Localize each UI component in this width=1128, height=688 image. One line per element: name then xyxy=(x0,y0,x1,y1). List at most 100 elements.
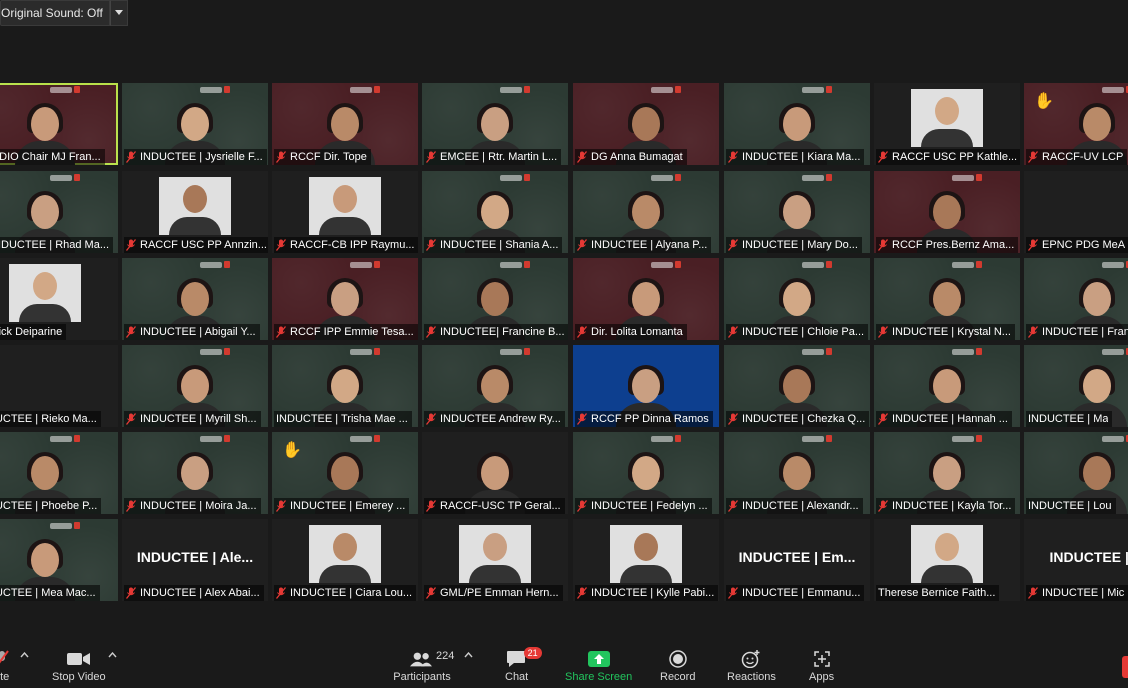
participant-name: RACCF USC PP Annzin... xyxy=(140,239,267,251)
participant-name-label: INDUCTEE | Ciara Lou... xyxy=(274,585,417,601)
participant-name: INDUCTEE | Krystal N... xyxy=(892,326,1011,338)
participant-tile[interactable]: RCCF IPP Emmie Tesa... xyxy=(272,258,418,340)
participant-tile[interactable]: Therese Bernice Faith... xyxy=(874,519,1020,601)
participant-tile[interactable]: INDUCTEE | Kiara Ma... xyxy=(724,83,870,165)
participant-tile[interactable]: MDIO Chair MJ Fran... xyxy=(0,83,118,165)
event-badge-icon xyxy=(374,435,380,442)
event-logo xyxy=(50,87,72,93)
event-logo xyxy=(952,349,974,355)
participant-tile[interactable]: INDUCTEE | Ale... INDUCTEE | Alex Abai... xyxy=(122,519,268,601)
participant-tile[interactable]: GML/PE Emman Hern... xyxy=(422,519,568,601)
event-logo xyxy=(802,262,824,268)
chat-unread-badge: 21 xyxy=(523,647,542,659)
event-logo xyxy=(350,436,372,442)
event-badge-icon xyxy=(976,261,982,268)
raise-hand-icon: ✋ xyxy=(1034,93,1054,110)
participant-tile[interactable]: EMCEE | Rtr. Martin L... xyxy=(422,83,568,165)
participant-name: INDUCTEE| Francine B... xyxy=(440,326,565,338)
participant-name: INDUCTEE | Kylle Pabi... xyxy=(591,587,715,599)
participant-tile[interactable]: DG Anna Bumagat xyxy=(573,83,719,165)
chevron-down-icon[interactable] xyxy=(109,0,128,26)
participant-tile[interactable]: INDUCTEE | Mary Do... xyxy=(724,171,870,253)
participant-name: RCCF IPP Emmie Tesa... xyxy=(290,326,414,338)
participant-tile[interactable]: RACCF USC PP Annzin... xyxy=(122,171,268,253)
participant-tile[interactable]: RCCF Pres.Bernz Ama... xyxy=(874,171,1020,253)
participant-tile[interactable]: INDUCTEE | Alyana P... xyxy=(573,171,719,253)
event-logo xyxy=(651,87,673,93)
mute-button[interactable]: ute xyxy=(0,650,9,683)
participant-tile[interactable]: INDUCTEE | Shania A... xyxy=(422,171,568,253)
participant-name-display: INDUCTEE | Ale... xyxy=(136,549,254,565)
mic-muted-icon xyxy=(426,151,436,163)
event-logo xyxy=(651,175,673,181)
event-logo xyxy=(952,175,974,181)
participant-name: INDUCTEE | Mea Mac... xyxy=(0,587,96,599)
original-sound-button[interactable]: Original Sound: Off xyxy=(0,0,110,26)
record-button[interactable]: Record xyxy=(660,650,695,683)
participant-tile[interactable]: INDUCTEE | Moira Ja... xyxy=(122,432,268,514)
participant-name-label: RACCF-USC TP Geral... xyxy=(424,498,565,514)
participant-tile[interactable]: ✋ RACCF-UV LCP xyxy=(1024,83,1128,165)
participant-tile[interactable]: INDUCTEE | Rieko Ma... xyxy=(0,345,118,427)
participant-tile[interactable]: INDUCTEE | Abigail Y... xyxy=(122,258,268,340)
participant-name-label: INDUCTEE | Mic xyxy=(1026,585,1128,601)
participants-options-chevron-icon[interactable] xyxy=(464,652,473,658)
participant-tile[interactable]: INDUCTEE | Fedelyn ... xyxy=(573,432,719,514)
reactions-button[interactable]: Reactions xyxy=(727,650,776,683)
participant-tile[interactable]: INDUCTEE | Rhad Ma... xyxy=(0,171,118,253)
apps-button[interactable]: Apps xyxy=(809,650,834,683)
event-badge-icon xyxy=(374,86,380,93)
participant-tile[interactable]: INDUCTEE | Alexandr... xyxy=(724,432,870,514)
event-badge-icon xyxy=(826,86,832,93)
participant-name-display: INDUCTEE | M xyxy=(1049,549,1128,565)
participant-tile[interactable]: INDUCTEE | Krystal N... xyxy=(874,258,1020,340)
participant-tile[interactable]: RACCF-CB IPP Raymu... xyxy=(272,171,418,253)
participant-name: INDUCTEE | Phoebe P... xyxy=(0,500,98,512)
participant-tile[interactable]: INDUCTEE | Chloie Pa... xyxy=(724,258,870,340)
participants-button[interactable]: 224 Participants xyxy=(392,650,454,683)
participant-tile[interactable]: RACCF-USC TP Geral... xyxy=(422,432,568,514)
stop-video-button[interactable]: Stop Video xyxy=(52,650,106,683)
participant-tile[interactable]: INDUCTEE Andrew Ry... xyxy=(422,345,568,427)
end-meeting-button-edge[interactable] xyxy=(1122,656,1128,678)
video-options-chevron-icon[interactable] xyxy=(108,652,117,658)
participant-tile[interactable]: INDUCTEE | Myrill Sh... xyxy=(122,345,268,427)
participant-tile[interactable]: INDUCTEE | Phoebe P... xyxy=(0,432,118,514)
participant-tile[interactable]: Dir. Lolita Lomanta xyxy=(573,258,719,340)
participant-tile[interactable]: INDUCTEE | Chezka Q... xyxy=(724,345,870,427)
participant-tile[interactable]: INDUCTEE | Lou xyxy=(1024,432,1128,514)
participant-name-label: INDUCTEE | Rhad Ma... xyxy=(0,237,113,253)
participant-tile[interactable]: INDUCTEE | M INDUCTEE | Mic xyxy=(1024,519,1128,601)
participant-tile[interactable]: Sydrick Deiparine xyxy=(0,258,118,340)
event-logo xyxy=(802,349,824,355)
participant-tile[interactable]: RCCF PP Dinna Ramos xyxy=(573,345,719,427)
participant-name: INDUCTEE | Alexandr... xyxy=(742,500,859,512)
participant-tile[interactable]: EPNC PDG MeA xyxy=(1024,171,1128,253)
participant-name-label: INDUCTEE | Alexandr... xyxy=(726,498,863,514)
participant-tile[interactable]: INDUCTEE | Jysrielle F... xyxy=(122,83,268,165)
participant-name: INDUCTEE Andrew Ry... xyxy=(440,413,561,425)
participant-tile[interactable]: INDUCTEE | Fran xyxy=(1024,258,1128,340)
participant-tile[interactable]: RCCF Dir. Tope xyxy=(272,83,418,165)
participant-tile[interactable]: INDUCTEE | Hannah ... xyxy=(874,345,1020,427)
participant-tile[interactable]: INDUCTEE | Em... INDUCTEE | Emmanu... xyxy=(724,519,870,601)
participant-tile[interactable]: INDUCTEE | Kylle Pabi... xyxy=(573,519,719,601)
chat-button[interactable]: 21 Chat xyxy=(505,647,542,683)
event-logo xyxy=(350,87,372,93)
participant-tile[interactable]: INDUCTEE | Trisha Mae ... xyxy=(272,345,418,427)
mute-options-chevron-icon[interactable] xyxy=(20,652,29,658)
participant-name-label: Therese Bernice Faith... xyxy=(876,585,1000,601)
participant-tile[interactable]: ✋ INDUCTEE | Emerey ... xyxy=(272,432,418,514)
participant-tile[interactable]: INDUCTEE| Francine B... xyxy=(422,258,568,340)
mic-muted-icon xyxy=(1028,326,1038,338)
share-screen-button[interactable]: Share Screen xyxy=(565,650,632,683)
participant-tile[interactable]: INDUCTEE | Kayla Tor... xyxy=(874,432,1020,514)
participant-name-label: INDUCTEE | Kylle Pabi... xyxy=(575,585,719,601)
event-badge-icon xyxy=(826,261,832,268)
participant-tile[interactable]: INDUCTEE | Ma xyxy=(1024,345,1128,427)
mic-muted-icon xyxy=(577,413,587,425)
participant-tile[interactable]: RACCF USC PP Kathle... xyxy=(874,83,1020,165)
profile-photo xyxy=(610,525,682,583)
participant-tile[interactable]: INDUCTEE | Ciara Lou... xyxy=(272,519,418,601)
participant-tile[interactable]: INDUCTEE | Mea Mac... xyxy=(0,519,118,601)
